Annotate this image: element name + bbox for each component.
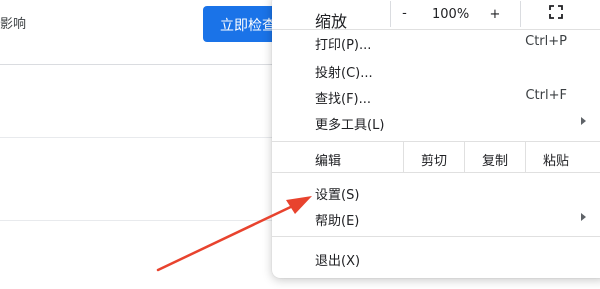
edit-label: 编辑 — [315, 154, 342, 169]
menu-item-exit[interactable]: 退出(X) — [272, 250, 594, 272]
paste-button[interactable]: 粘贴 — [525, 142, 586, 172]
fullscreen-button[interactable] — [520, 1, 596, 27]
menu-item-print[interactable]: 打印(P)... Ctrl+P — [272, 34, 594, 56]
cut-button[interactable]: 剪切 — [403, 142, 464, 172]
background-text: 影响 — [0, 17, 27, 32]
menu-separator — [272, 236, 600, 237]
menu-separator — [272, 29, 600, 30]
zoom-level-value: 100% — [432, 7, 470, 22]
fullscreen-icon — [549, 5, 563, 19]
menu-item-label: 打印(P)... — [315, 38, 372, 53]
shortcut-label: Ctrl+F — [525, 88, 567, 103]
menu-item-label: 更多工具(L) — [315, 118, 385, 133]
background-divider — [0, 220, 290, 221]
browser-main-menu: 缩放 - 100% + 打印(P)... Ctrl+P 投射(C)... 查找(… — [272, 0, 600, 278]
shortcut-label: Ctrl+P — [525, 34, 567, 49]
menu-separator — [272, 172, 600, 173]
background-divider — [0, 64, 290, 65]
copy-button[interactable]: 复制 — [464, 142, 525, 172]
menu-item-cast[interactable]: 投射(C)... — [272, 62, 594, 84]
menu-item-label: 帮助(E) — [315, 214, 360, 229]
edit-row: 编辑 剪切 复制 粘贴 — [272, 142, 600, 172]
submenu-arrow-icon — [581, 117, 586, 125]
menu-item-label: 退出(X) — [315, 254, 361, 269]
menu-item-more-tools[interactable]: 更多工具(L) — [272, 114, 594, 136]
menu-item-find[interactable]: 查找(F)... Ctrl+F — [272, 88, 594, 110]
menu-item-label: 查找(F)... — [315, 92, 372, 107]
menu-item-label: 投射(C)... — [315, 66, 373, 81]
menu-item-settings[interactable]: 设置(S) — [272, 184, 594, 206]
background-divider — [0, 137, 290, 138]
submenu-arrow-icon — [581, 213, 586, 221]
zoom-in-button[interactable]: + — [480, 7, 510, 22]
menu-item-label: 设置(S) — [315, 188, 360, 203]
zoom-row: 缩放 - 100% + — [272, 1, 600, 31]
menu-item-help[interactable]: 帮助(E) — [272, 210, 594, 232]
zoom-out-button[interactable]: - — [390, 1, 418, 27]
